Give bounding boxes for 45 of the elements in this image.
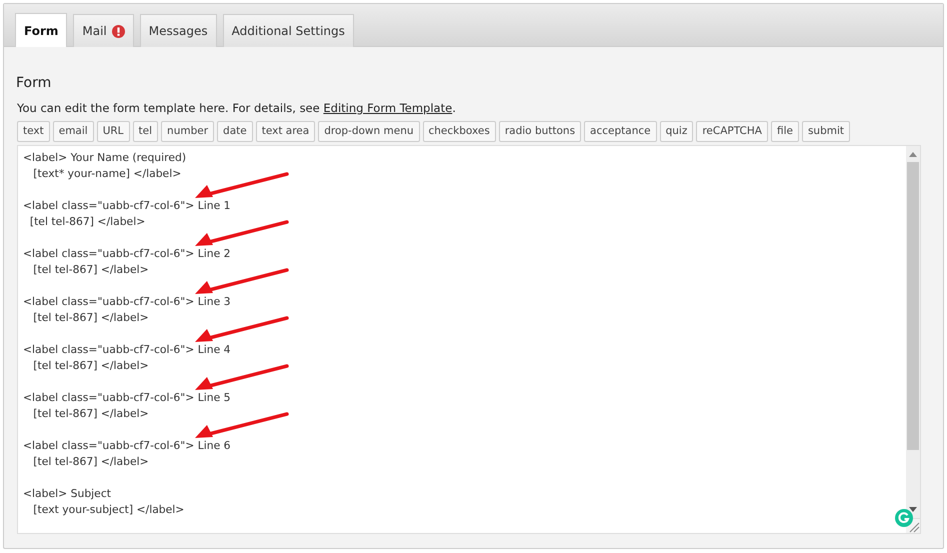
section-heading: Form	[16, 75, 52, 91]
code-line: [tel tel-867] </label>	[28, 215, 146, 228]
description-text: You can edit the form template here. For details, see Editing Form Template.	[17, 101, 457, 115]
tag-button[interactable]: reCAPTCHA	[696, 121, 768, 142]
tag-button[interactable]: date	[217, 121, 253, 142]
tag-button[interactable]: URL	[96, 121, 130, 142]
code-line: <label class="uabb-cf7-col-6"> Line 3	[23, 295, 231, 308]
tag-button[interactable]: tel	[132, 121, 158, 142]
tab[interactable]: Form	[15, 13, 68, 47]
code-line: [tel tel-867] </label>	[32, 263, 149, 276]
code-line: [tel tel-867] </label>	[32, 359, 149, 372]
tab[interactable]: Additional Settings	[222, 14, 354, 47]
scrollbar[interactable]	[906, 146, 920, 533]
tag-button[interactable]: acceptance	[584, 121, 657, 142]
code-line: [tel tel-867] </label>	[32, 407, 149, 420]
tag-button[interactable]: submit	[802, 121, 850, 142]
tag-button[interactable]: radio buttons	[498, 121, 582, 142]
tag-button[interactable]: quiz	[660, 121, 694, 142]
scroll-up-icon[interactable]	[909, 151, 917, 157]
tag-button[interactable]: email	[52, 121, 94, 142]
grammar-checker-icon[interactable]	[895, 509, 913, 527]
scroll-thumb[interactable]	[907, 162, 919, 450]
code-line: [tel tel-867] </label>	[32, 455, 149, 468]
template-editor[interactable]	[17, 145, 921, 534]
code-line: <label class="uabb-cf7-col-6"> Line 6	[23, 439, 231, 452]
tag-button[interactable]: file	[770, 121, 799, 142]
code-line: [text your-subject] </label>	[32, 503, 184, 516]
tag-button[interactable]: number	[161, 121, 214, 142]
tag-button[interactable]: text area	[256, 121, 316, 142]
editing-guide-link[interactable]: Editing Form Template	[323, 101, 452, 115]
code-line: <label class="uabb-cf7-col-6"> Line 1	[23, 199, 231, 212]
code-line: <label> Your Name (required)	[23, 151, 186, 164]
tag-button[interactable]: checkboxes	[422, 121, 496, 142]
scroll-down-icon[interactable]	[909, 507, 917, 513]
code-line: <label class="uabb-cf7-col-6"> Line 4	[23, 343, 231, 356]
code-line: <label class="uabb-cf7-col-6"> Line 2	[23, 247, 231, 260]
tab[interactable]: Messages	[140, 14, 217, 47]
tag-button[interactable]: text	[17, 121, 50, 142]
code-line: <label> Subject	[23, 487, 111, 500]
code-line: [tel tel-867] </label>	[32, 311, 149, 324]
tab[interactable]: Mail	[73, 14, 134, 47]
warning-icon	[112, 24, 125, 38]
code-line: <label class="uabb-cf7-col-6"> Line 5	[23, 391, 231, 404]
code-line: [text* your-name] </label>	[32, 167, 182, 180]
tag-button[interactable]: drop-down menu	[318, 121, 420, 142]
